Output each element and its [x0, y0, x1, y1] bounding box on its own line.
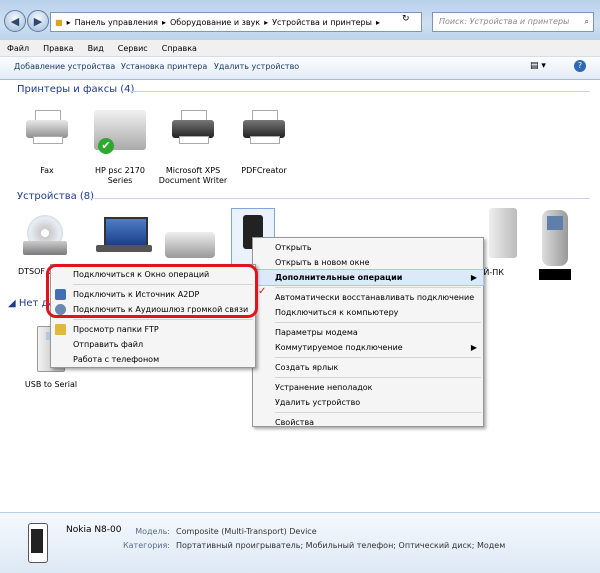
menu-item-remove-device[interactable]: Удалить устройство [253, 395, 483, 410]
submenu-item-browse-ftp[interactable]: Просмотр папки FTP [51, 322, 255, 337]
search-icon: ⌕ [584, 17, 589, 26]
printer-icon [243, 110, 285, 144]
menu-item-create-shortcut[interactable]: Создать ярлык [253, 360, 483, 375]
command-bar: Добавление устройства Установка принтера… [0, 57, 600, 80]
menu-file[interactable]: Файл [0, 44, 36, 53]
group-divider [90, 198, 590, 199]
submenu-arrow-icon: ▶ [470, 273, 477, 282]
computer-tower-icon[interactable] [489, 208, 517, 258]
add-printer-button[interactable]: Установка принтера [121, 62, 207, 71]
submenu-item-phone-work[interactable]: Работа с телефоном [51, 352, 255, 367]
laptop-icon[interactable] [96, 217, 152, 253]
submenu-item-connect-operations[interactable]: Подключиться к Окно операций [51, 267, 255, 282]
folder-icon: ■ [55, 17, 63, 27]
menu-edit[interactable]: Правка [36, 44, 80, 53]
breadcrumb-control-panel[interactable]: Панель управления [75, 18, 158, 27]
menu-separator [73, 319, 253, 320]
breadcrumb-separator: ▸ [375, 17, 380, 27]
multifunction-printer-icon: ✔ [94, 110, 146, 154]
details-model-label: Модель: [135, 527, 170, 536]
submenu-item-connect-a2dp[interactable]: Подключить к Источник A2DP [51, 287, 255, 302]
remove-device-button[interactable]: Удалить устройство [214, 62, 299, 71]
collapse-icon: ◢ [8, 298, 19, 309]
menu-item-properties[interactable]: Свойства [253, 415, 483, 430]
group-printers-header[interactable]: Принтеры и факсы (4) [17, 84, 134, 95]
submenu-item-connect-handsfree[interactable]: Подключить к Аудиошлюз громкой связи [51, 302, 255, 317]
check-mark-icon: ✓ [258, 286, 267, 297]
bluetooth-audio-icon [55, 289, 66, 300]
menu-separator [275, 377, 481, 378]
cdrom-icon [23, 215, 67, 259]
menu-item-dialup[interactable]: Коммутируемое подключение ▶ [253, 340, 483, 355]
redacted-label [539, 269, 571, 280]
context-menu: Открыть Открыть в новом окне Дополнитель… [252, 237, 484, 427]
breadcrumb-devices-printers[interactable]: Устройства и принтеры [272, 18, 372, 27]
window-title-bar: ◀ ▶ ■ ▸ Панель управления ▸ Оборудование… [0, 0, 600, 40]
forward-icon[interactable]: ▶ [27, 10, 49, 32]
menu-bar: Файл Правка Вид Сервис Справка [0, 40, 600, 57]
menu-item-additional-operations[interactable]: Дополнительные операции ▶ [252, 269, 484, 286]
help-icon[interactable]: ? [574, 60, 586, 72]
details-model-value: Composite (Multi-Transport) Device [176, 527, 317, 536]
menu-item-connect-computer[interactable]: Подключиться к компьютеру [253, 305, 483, 320]
group-devices-header[interactable]: Устройства (8) [17, 191, 94, 202]
breadcrumb-separator: ▸ [161, 17, 166, 27]
group-unspecified-header[interactable]: ◢ Нет да [8, 298, 55, 309]
fax-icon [26, 110, 68, 144]
default-check-icon: ✔ [98, 138, 114, 154]
menu-item-troubleshoot[interactable]: Устранение неполадок [253, 380, 483, 395]
view-options-icon[interactable]: ▤ ▾ [530, 61, 546, 71]
printer-icon [172, 110, 214, 144]
printer-hp-psc[interactable]: ✔ HP psc 2170 Series [85, 110, 155, 186]
refresh-icon[interactable]: ↻ [402, 14, 410, 24]
menu-separator [275, 412, 481, 413]
mobile-phone-icon[interactable] [542, 210, 568, 266]
printer-pdfcreator[interactable]: PDFCreator [229, 110, 299, 176]
menu-item-open[interactable]: Открыть [253, 240, 483, 255]
details-category-label: Категория: [122, 541, 170, 550]
group-divider [130, 91, 590, 92]
submenu-item-send-file[interactable]: Отправить файл [51, 337, 255, 352]
drive-icon[interactable] [165, 232, 215, 258]
menu-separator [275, 357, 481, 358]
menu-item-modem-settings[interactable]: Параметры модема [253, 325, 483, 340]
submenu: Подключиться к Окно операций Подключить … [50, 264, 256, 368]
menu-separator [73, 284, 253, 285]
address-bar[interactable]: ■ ▸ Панель управления ▸ Оборудование и з… [50, 12, 422, 32]
search-input[interactable]: Поиск: Устройства и принтеры ⌕ [432, 12, 594, 32]
menu-separator [275, 287, 481, 288]
phone-thumbnail-icon [28, 523, 48, 563]
menu-help[interactable]: Справка [155, 44, 204, 53]
breadcrumb-separator: ▸ [264, 17, 269, 27]
folder-icon [55, 324, 66, 335]
menu-item-auto-reconnect[interactable]: Автоматически восстанавливать подключени… [253, 290, 483, 305]
menu-separator [275, 322, 481, 323]
back-icon[interactable]: ◀ [4, 10, 26, 32]
printer-xps[interactable]: Microsoft XPS Document Writer [158, 110, 228, 186]
details-pane: Nokia N8-00 Модель: Composite (Multi-Tra… [0, 512, 600, 573]
printer-fax[interactable]: Fax [12, 110, 82, 176]
menu-tools[interactable]: Сервис [111, 44, 155, 53]
submenu-arrow-icon: ▶ [470, 343, 477, 352]
details-category-value: Портативный проигрыватель; Мобильный тел… [176, 541, 506, 550]
headset-icon [55, 304, 66, 315]
menu-view[interactable]: Вид [81, 44, 111, 53]
breadcrumb-separator: ▸ [66, 17, 71, 27]
add-device-button[interactable]: Добавление устройства [14, 62, 115, 71]
menu-item-open-new-window[interactable]: Открыть в новом окне [253, 255, 483, 270]
breadcrumb-hardware-sound[interactable]: Оборудование и звук [170, 18, 260, 27]
